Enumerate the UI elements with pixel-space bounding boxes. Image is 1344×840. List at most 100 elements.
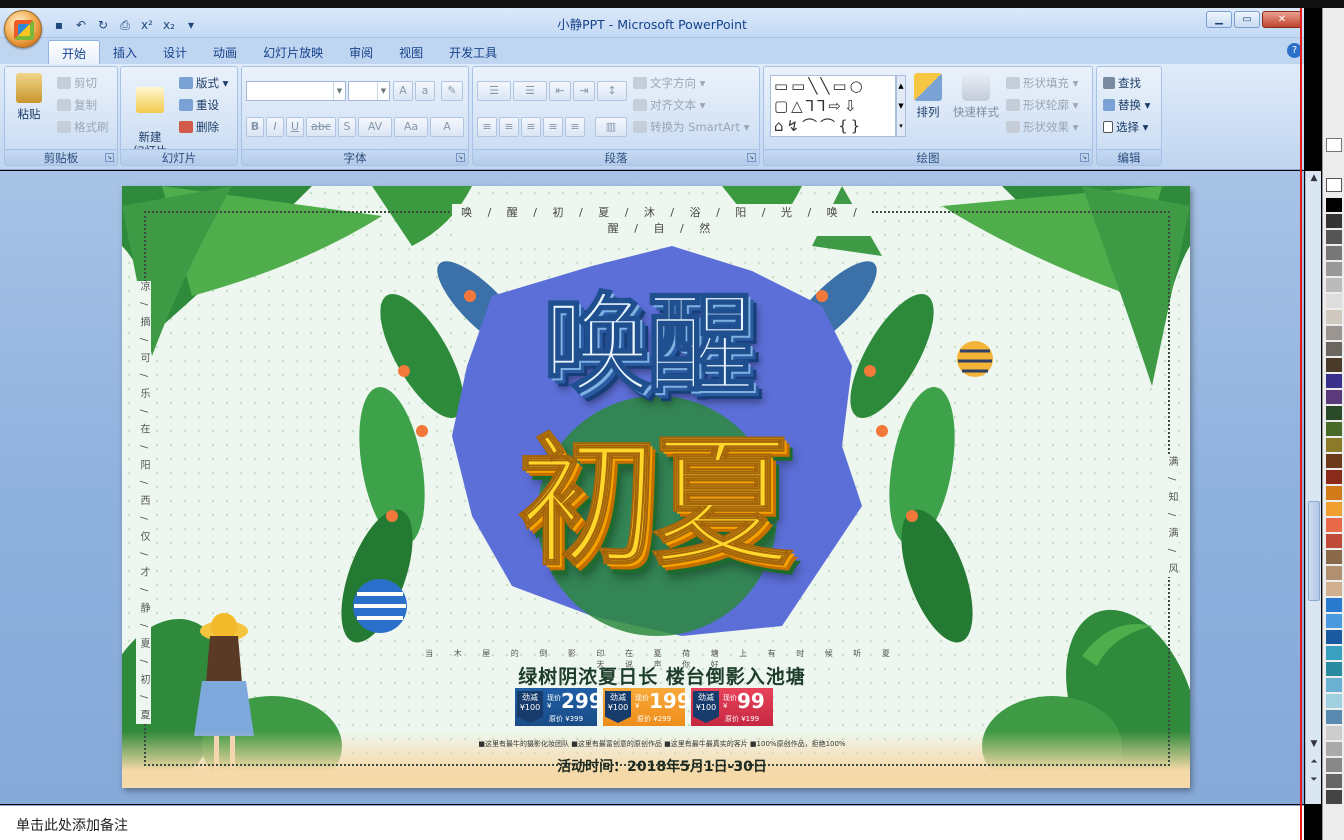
scroll-thumb[interactable] (1308, 501, 1320, 601)
color-swatch[interactable] (1326, 246, 1342, 260)
color-swatch[interactable] (1326, 278, 1342, 292)
next-slide-icon[interactable]: ⏷ (1307, 775, 1321, 785)
shape-outline-button[interactable]: 形状轮廓 ▾ (1006, 97, 1078, 113)
previous-slide-icon[interactable]: ⏶ (1307, 757, 1321, 767)
palette-arrow-icon[interactable] (1326, 138, 1342, 152)
font-name-combo[interactable]: ▼ (246, 81, 346, 101)
shapes-gallery-scroll[interactable]: ▲ ▼ ▾ (896, 75, 906, 137)
font-size-combo[interactable]: ▼ (348, 81, 390, 101)
color-swatch[interactable] (1326, 710, 1342, 724)
bullets-button[interactable]: ☰ (477, 81, 511, 101)
copy-button[interactable]: 复制 (57, 97, 97, 113)
color-swatch[interactable] (1326, 214, 1342, 228)
office-button[interactable] (4, 10, 42, 48)
color-swatch[interactable] (1326, 614, 1342, 628)
close-button[interactable]: ✕ (1262, 11, 1302, 28)
color-swatch[interactable] (1326, 486, 1342, 500)
font-color-button[interactable]: A (430, 117, 464, 137)
color-swatch[interactable] (1326, 630, 1342, 644)
color-swatch[interactable] (1326, 374, 1342, 388)
grow-font-button[interactable]: A (393, 81, 413, 101)
color-swatch[interactable] (1326, 390, 1342, 404)
color-swatch[interactable] (1326, 790, 1342, 804)
replace-button[interactable]: 替换 ▾ (1103, 97, 1150, 113)
justify-button[interactable]: ≡ (543, 117, 563, 137)
layout-button[interactable]: 版式 ▾ (179, 75, 228, 91)
convert-smartart-button[interactable]: 转换为 SmartArt ▾ (633, 119, 749, 135)
tab-design[interactable]: 设计 (150, 40, 200, 64)
arrange-button[interactable]: 排列 (908, 73, 948, 120)
scroll-up-icon[interactable]: ▲ (1307, 173, 1321, 183)
find-button[interactable]: 查找 (1103, 75, 1141, 91)
color-swatch[interactable] (1326, 726, 1342, 740)
strikethrough-button[interactable]: abc (306, 117, 336, 137)
color-swatch[interactable] (1326, 342, 1342, 356)
color-swatch[interactable] (1326, 310, 1342, 324)
shape-fill-button[interactable]: 形状填充 ▾ (1006, 75, 1078, 91)
color-swatch[interactable] (1326, 326, 1342, 340)
color-swatch[interactable] (1326, 470, 1342, 484)
color-swatch[interactable] (1326, 566, 1342, 580)
drawing-launcher-icon[interactable]: ↘ (1080, 153, 1089, 162)
delete-slide-button[interactable]: 删除 (179, 119, 219, 135)
color-swatch[interactable] (1326, 230, 1342, 244)
vertical-scrollbar[interactable]: ▲ ▼ ⏶ ⏷ (1305, 171, 1321, 804)
text-direction-button[interactable]: 文字方向 ▾ (633, 75, 705, 91)
color-swatch[interactable] (1326, 294, 1342, 308)
paragraph-launcher-icon[interactable]: ↘ (747, 153, 756, 162)
tab-slideshow[interactable]: 幻灯片放映 (250, 40, 336, 64)
select-button[interactable]: 选择 ▾ (1103, 119, 1148, 135)
columns-button[interactable]: ▥ (595, 117, 627, 137)
tab-insert[interactable]: 插入 (100, 40, 150, 64)
color-swatch[interactable] (1326, 774, 1342, 788)
line-spacing-button[interactable]: ↕ (597, 81, 627, 101)
quick-styles-button[interactable]: 快速样式 (950, 73, 1002, 120)
color-swatch[interactable] (1326, 262, 1342, 276)
shapes-gallery[interactable]: ▭▭╲╲▭○ ▢△⅂⅂⇨⇩ ⌂↯⌒⌒{} (770, 75, 896, 137)
color-swatch[interactable] (1326, 534, 1342, 548)
color-swatch[interactable] (1326, 550, 1342, 564)
color-swatch[interactable] (1326, 758, 1342, 772)
color-swatch[interactable] (1326, 646, 1342, 660)
color-swatch[interactable] (1326, 422, 1342, 436)
color-swatch[interactable] (1326, 694, 1342, 708)
color-swatch[interactable] (1326, 502, 1342, 516)
color-swatch[interactable] (1326, 518, 1342, 532)
numbering-button[interactable]: ☰ (513, 81, 547, 101)
clear-format-button[interactable]: ✎ (441, 81, 463, 101)
char-spacing-button[interactable]: AV (358, 117, 392, 137)
notes-pane[interactable]: 单击此处添加备注 (0, 805, 1304, 840)
color-swatch[interactable] (1326, 358, 1342, 372)
font-launcher-icon[interactable]: ↘ (456, 153, 465, 162)
align-text-button[interactable]: 对齐文本 ▾ (633, 97, 705, 113)
color-swatch[interactable] (1326, 678, 1342, 692)
tab-home[interactable]: 开始 (48, 40, 101, 64)
align-center-button[interactable]: ≡ (499, 117, 519, 137)
decrease-indent-button[interactable]: ⇤ (549, 81, 571, 101)
scroll-down-icon[interactable]: ▼ (1307, 739, 1321, 749)
align-left-button[interactable]: ≡ (477, 117, 497, 137)
minimize-button[interactable]: ▁ (1206, 11, 1232, 28)
align-right-button[interactable]: ≡ (521, 117, 541, 137)
change-case-button[interactable]: Aa (394, 117, 428, 137)
clipboard-launcher-icon[interactable]: ↘ (105, 153, 114, 162)
slide-canvas[interactable]: 唤 / 醒 / 初 / 夏 / 沐 / 浴 / 阳 / 光 / 唤 / 醒 / … (122, 186, 1190, 788)
color-swatch[interactable] (1326, 406, 1342, 420)
maximize-button[interactable]: ▭ (1234, 11, 1260, 28)
color-swatch[interactable] (1326, 198, 1342, 212)
italic-button[interactable]: I (266, 117, 284, 137)
color-swatch[interactable] (1326, 582, 1342, 596)
color-swatch[interactable] (1326, 454, 1342, 468)
shadow-button[interactable]: S (338, 117, 356, 137)
tab-view[interactable]: 视图 (386, 40, 436, 64)
tab-developer[interactable]: 开发工具 (436, 40, 510, 64)
distribute-button[interactable]: ≡ (565, 117, 585, 137)
tab-animation[interactable]: 动画 (200, 40, 250, 64)
cut-button[interactable]: 剪切 (57, 75, 97, 91)
reset-button[interactable]: 重设 (179, 97, 219, 113)
increase-indent-button[interactable]: ⇥ (573, 81, 595, 101)
color-swatch[interactable] (1326, 742, 1342, 756)
color-swatch[interactable] (1326, 662, 1342, 676)
underline-button[interactable]: U (286, 117, 304, 137)
new-slide-button[interactable]: 新建 幻灯片 (125, 73, 175, 158)
